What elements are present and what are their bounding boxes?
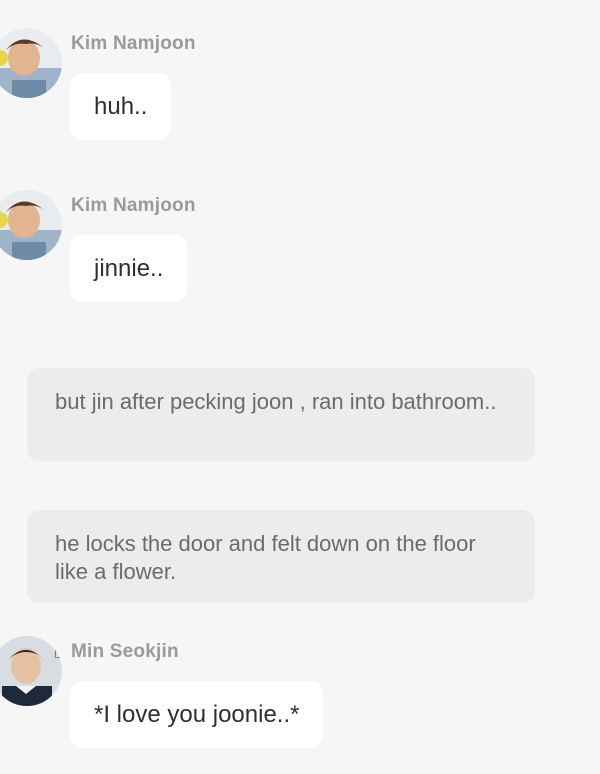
namjoon-avatar-icon[interactable] — [0, 28, 62, 98]
sender-name: Min Seokjin — [71, 641, 179, 662]
message-bubble[interactable]: jinnie.. — [70, 235, 188, 302]
sender-name: Kim Namjoon — [71, 33, 196, 54]
message-bubble[interactable]: *I love you joonie..* — [70, 681, 324, 748]
narration-bubble[interactable]: but jin after pecking joon , ran into ba… — [27, 368, 535, 461]
message-bubble[interactable]: huh.. — [70, 73, 172, 140]
seokjin-avatar-icon[interactable] — [0, 636, 62, 706]
namjoon-avatar-icon[interactable] — [0, 190, 62, 260]
chat-view: Kim Namjoon huh.. Kim Namjoon jinnie.. b… — [0, 0, 600, 774]
avatar-mark: L — [54, 649, 61, 661]
narration-bubble[interactable]: he locks the door and felt down on the f… — [27, 510, 535, 603]
sender-name: Kim Namjoon — [71, 195, 196, 216]
